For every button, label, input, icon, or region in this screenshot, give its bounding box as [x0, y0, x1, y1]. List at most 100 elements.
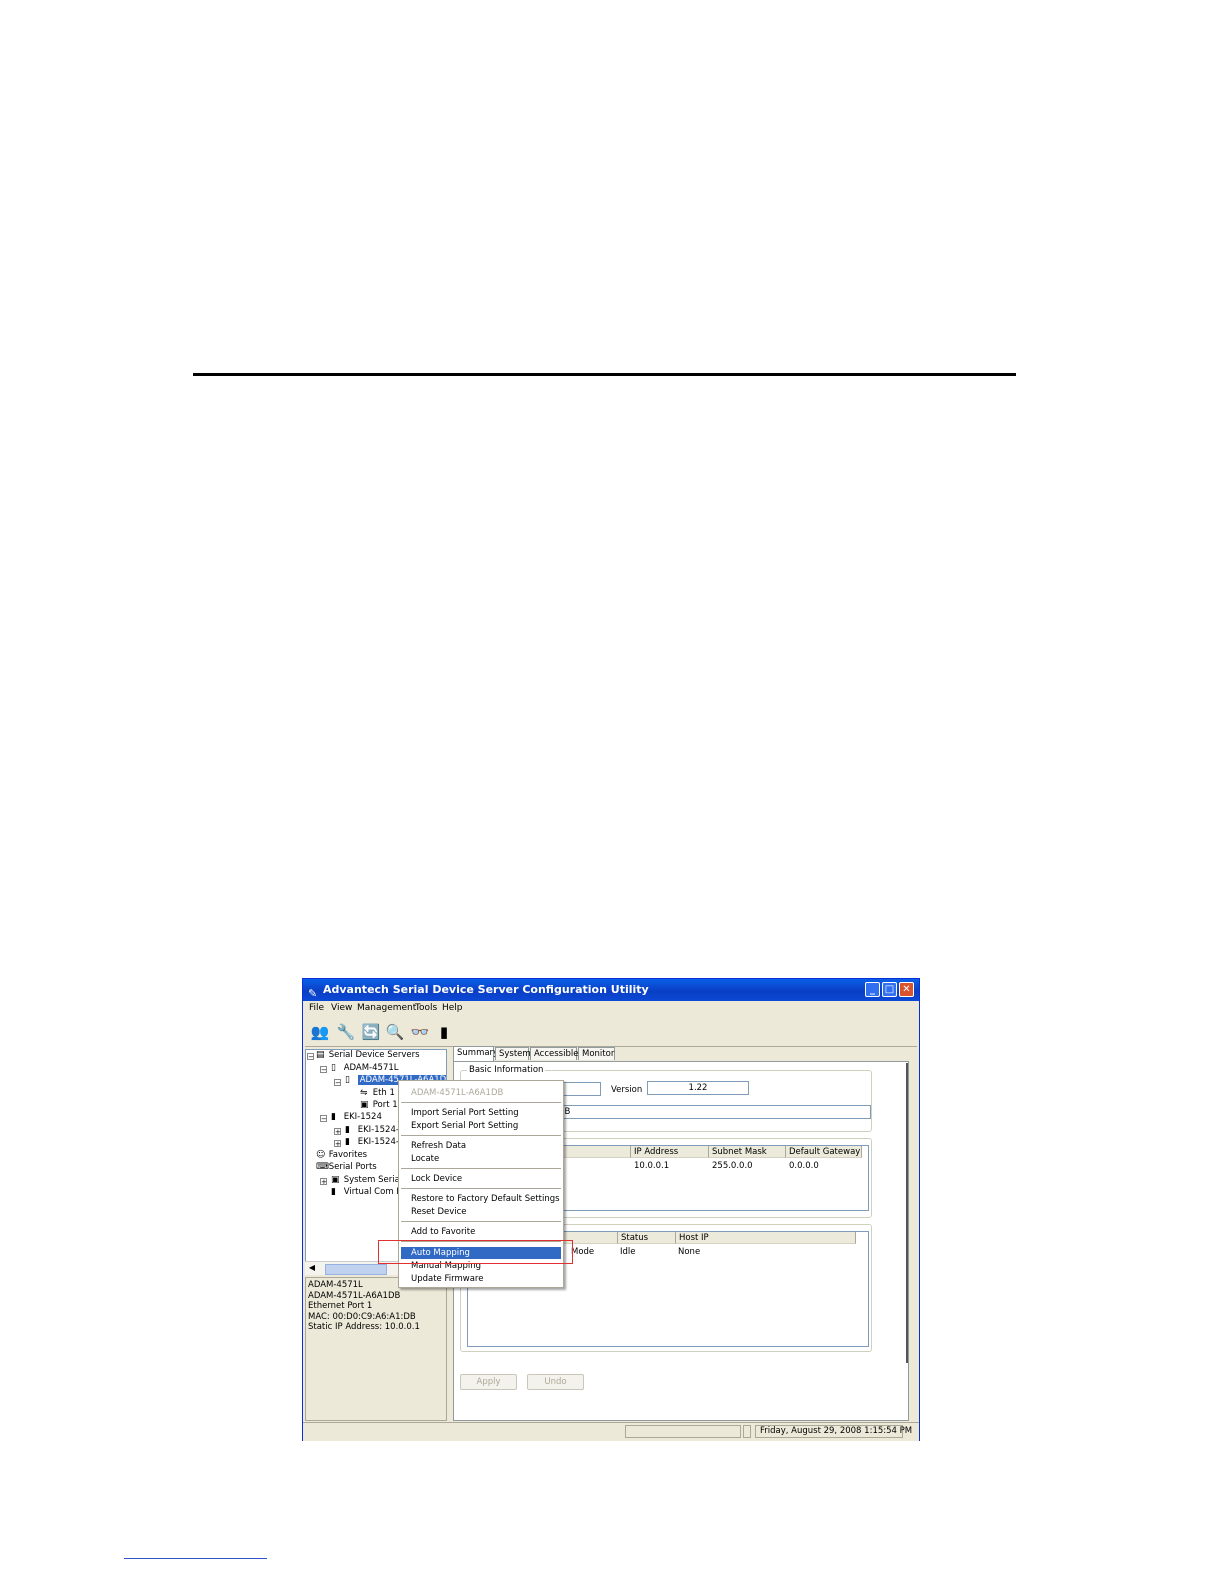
- device-icon: ▮: [331, 1187, 336, 1197]
- device-icon: ▮: [345, 1125, 350, 1135]
- binoculars-icon[interactable]: 👓: [409, 1021, 431, 1043]
- menu-file[interactable]: File: [309, 1003, 324, 1013]
- ethernet-icon: ⇋: [360, 1088, 368, 1098]
- info-line: Ethernet Port 1: [308, 1301, 373, 1311]
- toolbar: 👥 🔧 🔄 🔍 👓 ▮: [305, 1019, 455, 1045]
- tree-node-eth[interactable]: ⇋ Eth 1: [360, 1088, 395, 1098]
- version-field: 1.22: [647, 1081, 749, 1095]
- page-divider-rule: [193, 373, 1016, 376]
- tree-node-port[interactable]: ▣ Port 1: [360, 1100, 398, 1110]
- device-info-panel: ADAM-4571L ADAM-4571L-A6A1DB Ethernet Po…: [305, 1277, 447, 1421]
- magic-wand-icon[interactable]: 🔧: [335, 1021, 357, 1043]
- status-panel: [625, 1425, 741, 1438]
- device-icon: ▯: [345, 1075, 350, 1085]
- search-icon[interactable]: 🔍: [384, 1021, 406, 1043]
- menu-divider: [401, 1102, 561, 1103]
- menu-add-to-favorite[interactable]: Add to Favorite: [401, 1226, 561, 1238]
- users-icon[interactable]: 👥: [309, 1021, 331, 1043]
- menu-reset-device[interactable]: Reset Device: [401, 1206, 561, 1218]
- minimize-button[interactable]: _: [865, 982, 880, 997]
- footer-underline: [124, 1558, 267, 1559]
- basic-info-title: Basic Information: [467, 1065, 546, 1075]
- tree-label: Port 1: [372, 1100, 398, 1110]
- menu-restore-factory-default[interactable]: Restore to Factory Default Settings: [401, 1193, 561, 1205]
- menu-bar: File View Management Tools Help: [303, 1001, 919, 1015]
- column-header-host-ip[interactable]: Host IP: [676, 1232, 856, 1244]
- menu-import-serial-port-setting[interactable]: Import Serial Port Setting: [401, 1107, 561, 1119]
- device-icon[interactable]: ▮: [433, 1021, 455, 1043]
- scroll-left-icon[interactable]: ◀: [306, 1263, 318, 1274]
- column-header-gateway[interactable]: Default Gateway: [786, 1146, 862, 1158]
- tree-label: System Serial: [343, 1175, 403, 1185]
- device-icon: ▯: [331, 1063, 336, 1073]
- tree-label: Eth 1: [372, 1088, 395, 1098]
- tree-label: Serial Device Servers: [328, 1050, 420, 1060]
- info-line: ADAM-4571L-A6A1DB: [308, 1290, 401, 1301]
- tab-system[interactable]: System: [495, 1047, 531, 1060]
- collapse-icon[interactable]: −: [320, 1066, 327, 1074]
- tab-accessible[interactable]: Accessible: [530, 1047, 578, 1060]
- menu-lock-device[interactable]: Lock Device: [401, 1173, 561, 1185]
- tree-label: EKI-1524: [343, 1112, 382, 1122]
- column-header-status[interactable]: Status: [618, 1232, 676, 1244]
- maximize-button[interactable]: □: [882, 982, 897, 997]
- undo-button[interactable]: Undo: [527, 1374, 584, 1390]
- menu-help[interactable]: Help: [442, 1003, 463, 1013]
- tree-node-favorites[interactable]: ☺ Favorites: [316, 1150, 367, 1160]
- mode-cell: Mode: [571, 1247, 595, 1257]
- collapse-icon[interactable]: −: [307, 1053, 314, 1061]
- menu-update-firmware[interactable]: Update Firmware: [401, 1273, 561, 1285]
- tree-label: ADAM-4571L: [343, 1063, 399, 1073]
- menu-tools[interactable]: Tools: [415, 1003, 437, 1013]
- context-menu-header: ADAM-4571L-A6A1DB: [411, 1088, 504, 1098]
- info-line: Static IP Address: 10.0.0.1: [308, 1322, 420, 1332]
- port-icon: ▣: [331, 1175, 340, 1185]
- menu-management[interactable]: Management: [357, 1003, 416, 1013]
- expand-icon[interactable]: +: [334, 1140, 341, 1148]
- close-button[interactable]: ✕: [899, 982, 914, 997]
- tree-node-virtual-com[interactable]: ▮ Virtual Com Po: [331, 1187, 406, 1197]
- tree-label: EKI-1524-: [357, 1125, 399, 1135]
- collapse-icon[interactable]: −: [320, 1115, 327, 1123]
- expand-icon[interactable]: +: [334, 1128, 341, 1136]
- tree-node-serial-device-servers[interactable]: ▤ Serial Device Servers: [316, 1050, 420, 1060]
- menu-divider: [401, 1168, 561, 1169]
- tree-label: Virtual Com Po: [343, 1187, 407, 1197]
- tab-summary[interactable]: Summary: [453, 1046, 498, 1061]
- gateway-cell: 0.0.0.0: [789, 1161, 819, 1171]
- tree-node-eki[interactable]: ▮ EKI-1524: [331, 1112, 382, 1122]
- column-header-ip[interactable]: IP Address: [631, 1146, 709, 1158]
- collapse-icon[interactable]: −: [334, 1079, 341, 1087]
- status-bar: Friday, August 29, 2008 1:15:54 PM: [303, 1422, 919, 1441]
- device-icon: ▮: [331, 1112, 336, 1122]
- menu-view[interactable]: View: [331, 1003, 352, 1013]
- refresh-icon[interactable]: 🔄: [360, 1021, 382, 1043]
- menu-divider: [401, 1135, 561, 1136]
- tree-node-adam[interactable]: ▯ ADAM-4571L: [331, 1063, 399, 1073]
- server-icon: ▤: [316, 1050, 325, 1060]
- tree-node-eki-child-1[interactable]: ▮ EKI-1524-: [345, 1125, 399, 1135]
- column-header-subnet[interactable]: Subnet Mask: [709, 1146, 786, 1158]
- menu-locate[interactable]: Locate: [401, 1153, 561, 1165]
- tree-label: Serial Ports: [328, 1162, 377, 1172]
- window-title: Advantech Serial Device Server Configura…: [323, 983, 649, 996]
- tree-node-system-serial[interactable]: ▣ System Serial: [331, 1175, 402, 1185]
- info-line: MAC: 00:D0:C9:A6:A1:DB: [308, 1311, 416, 1322]
- apply-button[interactable]: Apply: [460, 1374, 517, 1390]
- scrollbar-thumb[interactable]: [325, 1264, 387, 1275]
- status-datetime: Friday, August 29, 2008 1:15:54 PM: [755, 1425, 912, 1438]
- host-ip-cell: None: [678, 1247, 701, 1257]
- tab-monitor[interactable]: Monitor: [578, 1047, 615, 1060]
- port-icon: ▣: [360, 1100, 369, 1110]
- expand-icon[interactable]: +: [320, 1178, 327, 1186]
- tree-node-serial-ports[interactable]: ⌨ Serial Ports: [316, 1162, 377, 1172]
- tree-label: Favorites: [328, 1150, 368, 1160]
- menu-export-serial-port-setting[interactable]: Export Serial Port Setting: [401, 1120, 561, 1132]
- ip-address-cell: 10.0.0.1: [634, 1161, 670, 1171]
- menu-divider: [401, 1188, 561, 1189]
- menu-refresh-data[interactable]: Refresh Data: [401, 1140, 561, 1152]
- tree-node-eki-child-2[interactable]: ▮ EKI-1524-: [345, 1137, 399, 1147]
- version-label: Version: [611, 1085, 643, 1095]
- title-bar[interactable]: ✎ Advantech Serial Device Server Configu…: [303, 979, 919, 1001]
- app-window: ✎ Advantech Serial Device Server Configu…: [302, 978, 920, 1441]
